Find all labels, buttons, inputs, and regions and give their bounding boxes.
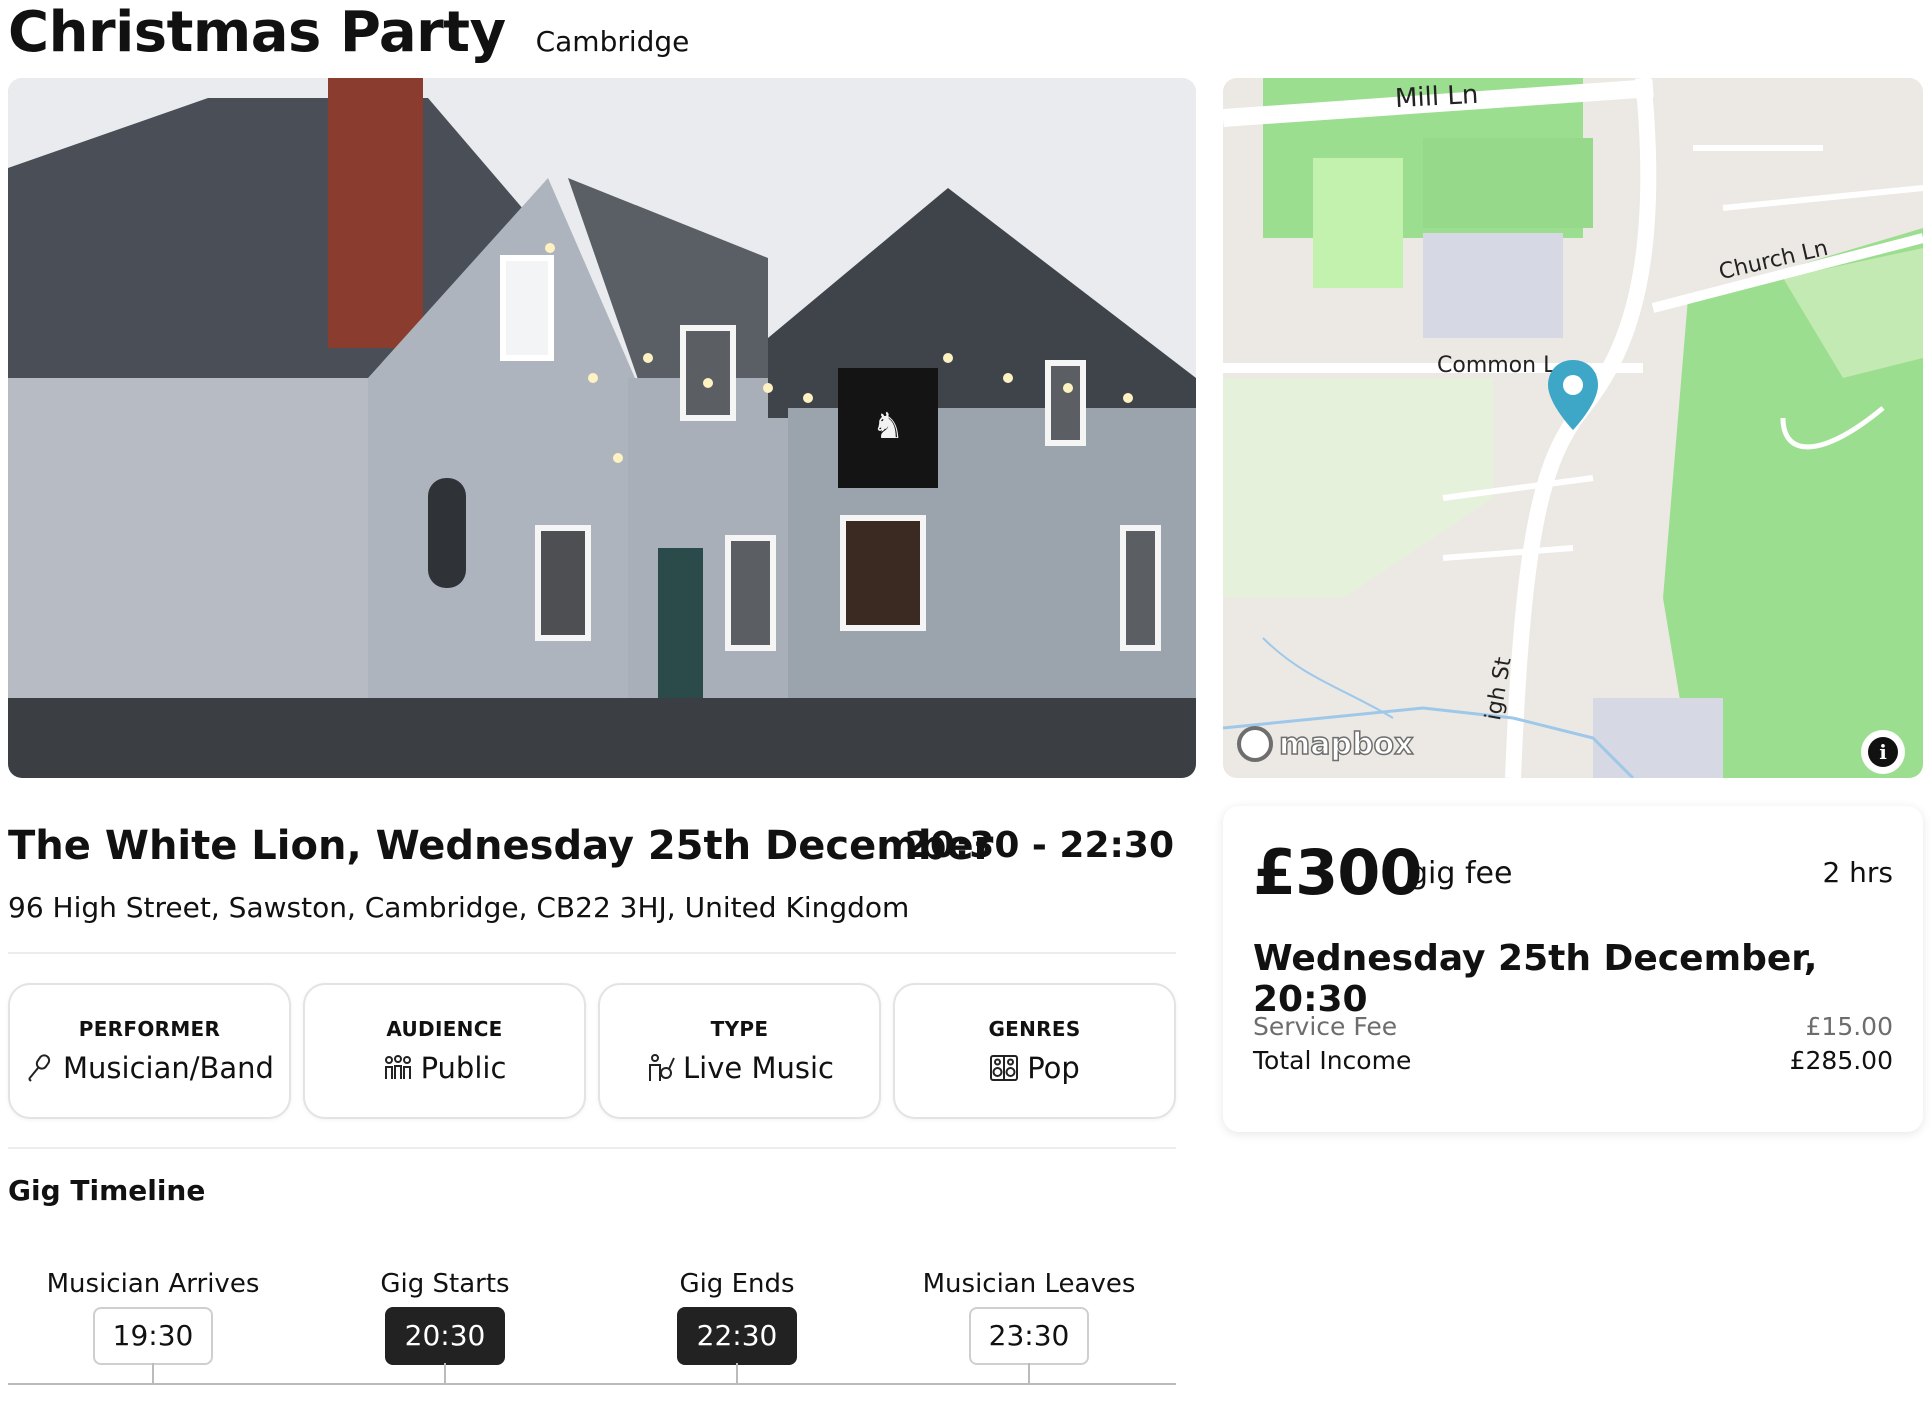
gig-duration: 2 hrs xyxy=(1822,856,1893,889)
page-title: Christmas Party xyxy=(8,0,506,65)
timeline-gig-ends: Gig Ends 22:30 xyxy=(607,1265,867,1365)
timeline-label: Gig Starts xyxy=(380,1269,510,1299)
service-fee-label: Service Fee xyxy=(1253,1012,1398,1041)
divider xyxy=(8,1147,1176,1149)
venue-photo-illustration: ♞ xyxy=(8,78,1196,778)
timeline-time: 23:30 xyxy=(969,1307,1089,1365)
timeline-label: Musician Leaves xyxy=(922,1269,1136,1299)
service-fee-value: £15.00 xyxy=(1805,1012,1893,1041)
people-icon xyxy=(383,1053,413,1083)
timeline-label: Gig Ends xyxy=(679,1269,795,1299)
total-income-value: £285.00 xyxy=(1789,1046,1893,1075)
venue-address: 96 High Street, Sawston, Cambridge, CB22… xyxy=(8,891,910,924)
divider xyxy=(8,952,1176,954)
card-label: PERFORMER xyxy=(78,1017,221,1041)
timeline-title: Gig Timeline xyxy=(8,1174,206,1207)
card-label: GENRES xyxy=(988,1017,1081,1041)
speaker-icon xyxy=(989,1053,1019,1083)
card-value-text: Live Music xyxy=(683,1051,834,1085)
timeline-label: Musician Arrives xyxy=(46,1269,260,1299)
timeline-tick xyxy=(152,1363,154,1385)
info-icon[interactable]: i xyxy=(1861,730,1905,774)
timeline-tick xyxy=(1028,1363,1030,1385)
card-label: AUDIENCE xyxy=(386,1017,503,1041)
audience-card: AUDIENCE Public xyxy=(303,983,586,1119)
guitarist-icon xyxy=(645,1053,675,1083)
gig-date: Wednesday 25th December, 20:30 xyxy=(1253,938,1818,1020)
timeline-tick xyxy=(444,1363,446,1385)
card-value: Pop xyxy=(989,1051,1080,1085)
fee-summary-card: £300 gig fee 2 hrs Wednesday 25th Decemb… xyxy=(1223,806,1923,1132)
timeline-axis xyxy=(8,1383,1176,1385)
venue-time: 20:30 - 22:30 xyxy=(904,825,1174,866)
venue-map[interactable]: Mill Ln Church Ln Common L igh St mapbox… xyxy=(1223,78,1923,778)
total-income-row: Total Income £285.00 xyxy=(1253,1046,1893,1075)
mapbox-logo-icon xyxy=(1237,726,1273,762)
venue-photo: ♞ xyxy=(8,78,1196,778)
gig-fee-label: gig fee xyxy=(1409,856,1513,891)
page-location: Cambridge xyxy=(535,25,690,58)
card-value: Public xyxy=(383,1051,507,1085)
card-value-text: Public xyxy=(420,1051,507,1085)
card-value: Live Music xyxy=(645,1051,834,1085)
svg-text:♞: ♞ xyxy=(872,406,904,447)
timeline-musician-leaves: Musician Leaves 23:30 xyxy=(899,1265,1159,1365)
timeline-musician-arrives: Musician Arrives 19:30 xyxy=(23,1265,283,1365)
service-fee-row: Service Fee £15.00 xyxy=(1253,1012,1893,1041)
total-income-label: Total Income xyxy=(1253,1046,1412,1075)
mapbox-logo[interactable]: mapbox xyxy=(1237,726,1414,763)
card-value-text: Pop xyxy=(1027,1051,1080,1085)
map-street-label-common-ln: Common L xyxy=(1437,353,1556,378)
card-value-text: Musician/Band xyxy=(63,1051,274,1085)
card-label: TYPE xyxy=(710,1017,769,1041)
card-value: Musician/Band xyxy=(25,1051,274,1085)
genres-card: GENRES Pop xyxy=(893,983,1176,1119)
timeline-tick xyxy=(736,1363,738,1385)
gig-fee-amount: £300 xyxy=(1253,836,1423,909)
timeline-gig-starts: Gig Starts 20:30 xyxy=(315,1265,575,1365)
map-street-label-mill-ln: Mill Ln xyxy=(1394,79,1480,115)
timeline-time: 22:30 xyxy=(677,1307,797,1365)
venue-title: The White Lion, Wednesday 25th December xyxy=(8,823,994,869)
timeline-time: 19:30 xyxy=(93,1307,213,1365)
gig-info-cards: PERFORMER Musician/Band AUDIENCE Public … xyxy=(8,983,1176,1119)
mapbox-logo-text: mapbox xyxy=(1278,726,1414,763)
timeline-time: 20:30 xyxy=(385,1307,505,1365)
type-card: TYPE Live Music xyxy=(598,983,881,1119)
performer-card: PERFORMER Musician/Band xyxy=(8,983,291,1119)
location-pin-icon[interactable] xyxy=(1545,358,1601,432)
microphone-icon xyxy=(25,1053,55,1083)
page-header: Christmas Party Cambridge xyxy=(8,0,689,76)
